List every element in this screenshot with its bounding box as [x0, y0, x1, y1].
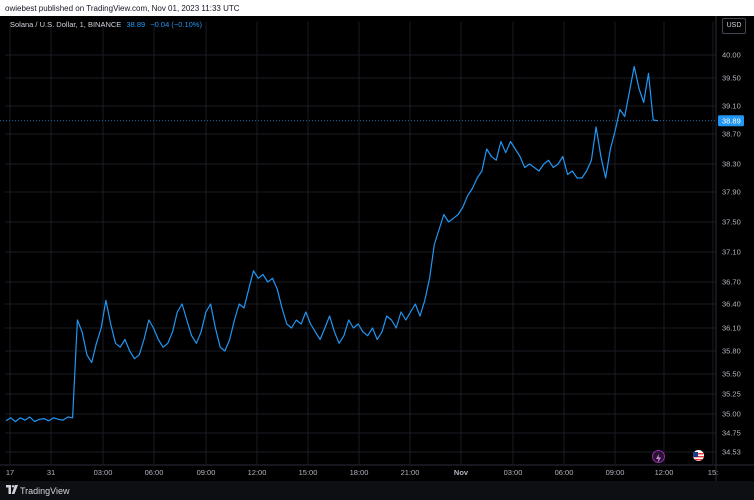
y-tick-label: 37.10	[722, 248, 741, 257]
y-tick-label: 35.00	[722, 410, 741, 419]
y-tick-label: 35.80	[722, 347, 741, 356]
tradingview-logo-icon[interactable]	[6, 485, 18, 496]
y-tick-label: 34.75	[722, 429, 741, 438]
published-header: owiebest published on TradingView.com, N…	[0, 0, 754, 16]
symbol-legend: Solana / U.S. Dollar, 1, BINANCE 38.89 −…	[10, 20, 202, 29]
x-tick-label: 06:00	[145, 468, 164, 477]
lightning-icon[interactable]	[652, 450, 665, 463]
x-tick-label: 03:00	[94, 468, 113, 477]
last-price-label: 38.89	[722, 117, 741, 126]
x-tick-label: 18:00	[350, 468, 369, 477]
currency-button[interactable]: USD	[722, 18, 746, 34]
y-tick-label: 36.10	[722, 324, 741, 333]
x-tick-label: 15:00	[299, 468, 318, 477]
x-tick-label: 15:	[708, 468, 718, 477]
y-tick-label: 37.90	[722, 188, 741, 197]
x-tick-label: 31	[47, 468, 55, 477]
x-tick-label: 12:00	[655, 468, 674, 477]
price-line	[5, 65, 659, 423]
x-tick-label: 09:00	[606, 468, 625, 477]
x-tick-label: 06:00	[555, 468, 574, 477]
footer-bar: TradingView	[0, 481, 754, 500]
published-text: owiebest published on TradingView.com, N…	[5, 4, 240, 13]
tradingview-brand[interactable]: TradingView	[20, 486, 70, 496]
last-price: 38.89	[126, 20, 146, 29]
y-tick-label: 40.00	[722, 51, 741, 60]
x-tick-label: 03:00	[504, 468, 523, 477]
symbol-title: Solana / U.S. Dollar, 1, BINANCE	[10, 20, 122, 29]
chart-panel[interactable]: 40.00 39.50 39.10 38.70 38.30 37.90 37.50 37.10…	[0, 16, 754, 481]
price-chart[interactable]: 40.00 39.50 39.10 38.70 38.30 37.90 37.50 37.10…	[0, 16, 754, 481]
x-tick-label: 17	[6, 468, 14, 477]
x-tick-label: Nov	[454, 468, 469, 477]
y-tick-label: 39.50	[722, 74, 741, 83]
y-tick-label: 35.50	[722, 370, 741, 379]
y-tick-label: 36.40	[722, 300, 741, 309]
x-tick-label: 21:00	[401, 468, 420, 477]
price-change: −0.04 (−0.10%)	[150, 20, 202, 29]
x-tick-label: 12:00	[248, 468, 267, 477]
x-tick-label: 09:00	[197, 468, 216, 477]
y-tick-label: 38.30	[722, 160, 741, 169]
y-tick-label: 38.70	[722, 130, 741, 139]
y-tick-label: 34.53	[722, 448, 741, 457]
us-flag-icon[interactable]	[693, 450, 704, 461]
y-tick-label: 35.25	[722, 390, 741, 399]
y-tick-label: 37.50	[722, 218, 741, 227]
y-tick-label: 39.10	[722, 102, 741, 111]
y-tick-label: 36.70	[722, 278, 741, 287]
